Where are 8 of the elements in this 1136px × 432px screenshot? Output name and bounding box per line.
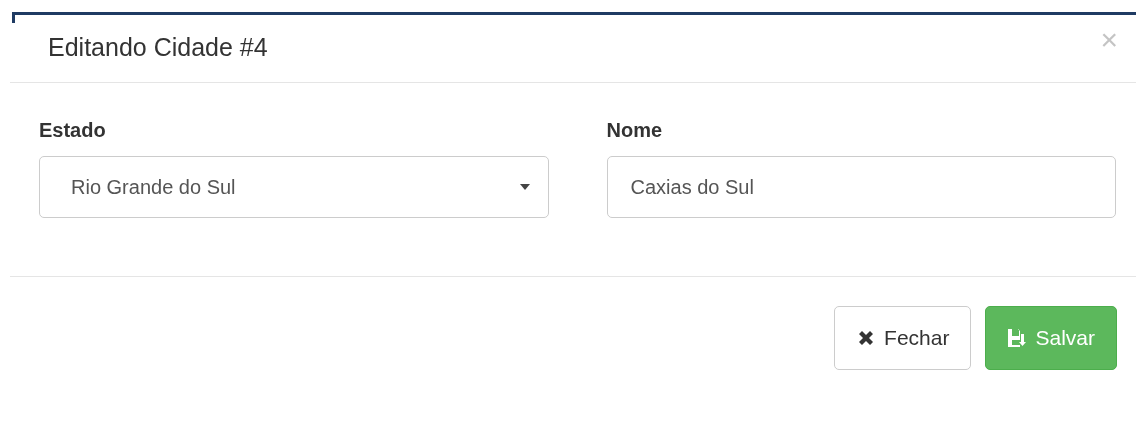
name-input[interactable]: Caxias do Sul [606,156,1116,218]
field-label: Estado [39,119,107,142]
caret-icon [519,183,530,191]
modal-title: Editando Cidade #4 [48,33,268,62]
floppy-download-icon [1007,328,1028,348]
state-select[interactable]: Rio Grande do Sul [39,156,549,218]
field-label: Nome [606,119,664,142]
close-button[interactable]: Fechar [834,306,972,370]
